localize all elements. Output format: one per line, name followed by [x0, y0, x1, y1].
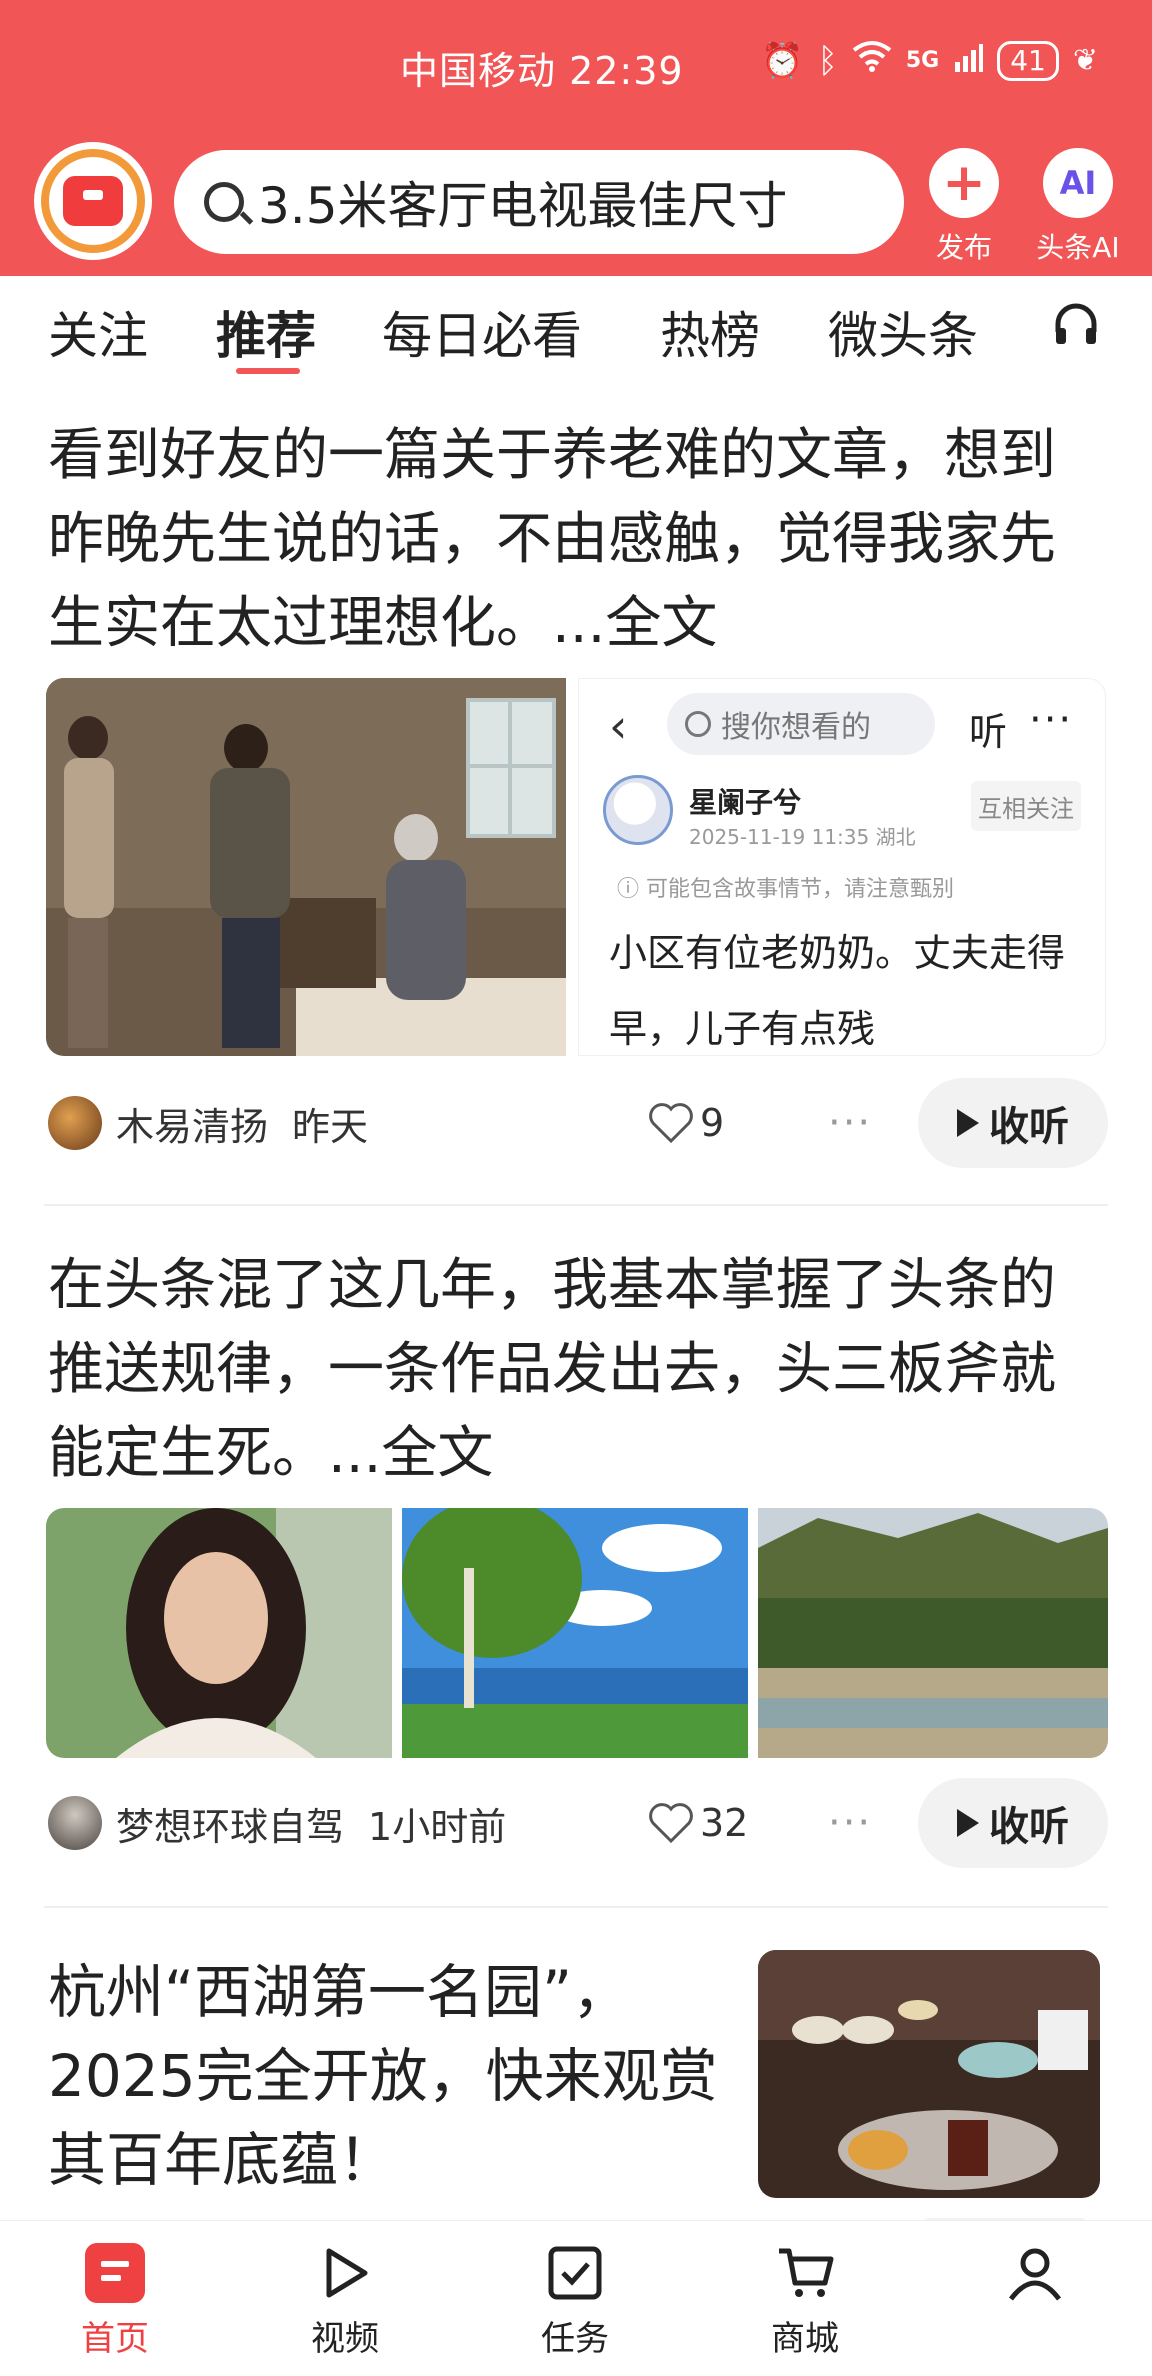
red-packet-icon — [63, 176, 123, 226]
tab-daily-must-see[interactable]: 每日必看 — [382, 296, 582, 368]
nav-tasks[interactable]: 任务 — [510, 2243, 640, 2360]
embedded-warning: ⓘ 可能包含故事情节，请注意甄别 — [617, 877, 954, 902]
video-play-icon — [315, 2243, 375, 2303]
more-options-icon[interactable]: ··· — [828, 1100, 872, 1146]
listen-label: 收听 — [989, 1104, 1069, 1150]
back-arrow-icon: ‹ — [609, 699, 628, 753]
tab-follow[interactable]: 关注 — [48, 296, 148, 368]
publish-button[interactable]: + 发布 — [922, 148, 1006, 266]
channel-tabs: 关注 推荐 每日必看 热榜 微头条 — [0, 276, 1152, 380]
home-icon — [85, 2243, 145, 2303]
article-image-portrait[interactable] — [46, 1508, 392, 1758]
heart-icon — [649, 1103, 693, 1144]
author-name[interactable]: 木易清扬 — [116, 1096, 268, 1151]
logo-ring — [41, 149, 145, 253]
nav-mall-label: 商城 — [771, 2319, 839, 2359]
play-icon — [957, 1109, 979, 1137]
article-image-tea-set[interactable] — [758, 1950, 1100, 2198]
signal-5g-label: 5G — [905, 48, 940, 73]
bluetooth-icon: ᛒ — [817, 40, 838, 81]
nav-home-label: 首页 — [81, 2319, 149, 2359]
embedded-follow-badge: 互相关注 — [971, 781, 1081, 831]
nav-home[interactable]: 首页 — [50, 2243, 180, 2360]
nav-profile[interactable] — [970, 2243, 1100, 2311]
article-title[interactable]: 看到好友的一篇关于养老难的文章，想到昨晚先生说的话，不由感触，觉得我家先生实在太… — [48, 414, 1108, 666]
author-avatar[interactable] — [48, 1796, 102, 1850]
article-title[interactable]: 杭州“西湖第一名园”，2025完全开放，快来观赏其百年底蕴！ — [48, 1950, 728, 2202]
embedded-listen-label: 听 — [969, 710, 1008, 754]
article-image-room-scene[interactable] — [46, 678, 566, 1056]
nav-video[interactable]: 视频 — [280, 2243, 410, 2360]
divider — [44, 1204, 1108, 1206]
search-icon — [204, 182, 244, 222]
article-meta: 木易清扬 昨天 9 ··· 收听 — [48, 1078, 1108, 1168]
like-button[interactable]: 32 — [648, 1801, 748, 1845]
headphones-icon[interactable] — [1050, 298, 1102, 350]
embedded-body-text: 小区有位老奶奶。丈夫走得早，儿子有点残 — [609, 931, 1066, 1051]
search-bar[interactable]: 3.5米客厅电视最佳尺寸 — [174, 150, 904, 254]
embedded-search-placeholder: 搜你想看的 — [721, 710, 871, 745]
embedded-date-location: 2025-11-19 11:35 湖北 — [689, 825, 916, 849]
article-image-lake-tree[interactable] — [402, 1508, 748, 1758]
like-button[interactable]: 9 — [648, 1101, 724, 1145]
listen-button[interactable]: 收听 — [918, 1778, 1108, 1868]
nav-tasks-label: 任务 — [541, 2319, 609, 2359]
embedded-author-avatar — [603, 775, 673, 845]
profile-icon — [1005, 2243, 1065, 2303]
task-check-icon — [545, 2243, 605, 2303]
bottom-navigation: 首页 视频 任务 商城 — [0, 2220, 1152, 2376]
listen-button[interactable]: 收听 — [918, 1078, 1108, 1168]
leaf-icon: ❦ — [1072, 43, 1098, 78]
publish-time: 1小时前 — [368, 1804, 507, 1849]
author-avatar[interactable] — [48, 1096, 102, 1150]
embedded-search-box: 搜你想看的 — [667, 693, 935, 755]
article-title[interactable]: 在头条混了这几年，我基本掌握了头条的推送规律，一条作品发出去，头三板斧就能定生死… — [48, 1244, 1108, 1496]
embedded-author-name: 星阑子兮 — [689, 786, 802, 819]
article-image-mountain-lake[interactable] — [758, 1508, 1108, 1758]
ai-label: 头条AI — [1036, 231, 1120, 264]
ai-icon: AI — [1043, 148, 1113, 218]
battery-indicator: 41 — [997, 40, 1059, 81]
tab-hot-list[interactable]: 热榜 — [660, 296, 760, 368]
status-carrier-time: 中国移动 22:39 — [400, 49, 684, 93]
cart-icon — [775, 2243, 835, 2303]
listen-label: 收听 — [989, 1804, 1069, 1850]
divider — [44, 1906, 1108, 1908]
like-count: 9 — [700, 1101, 725, 1145]
publish-time: 昨天 — [292, 1104, 369, 1149]
nav-mall[interactable]: 商城 — [740, 2243, 870, 2360]
search-query-text: 3.5米客厅电视最佳尺寸 — [258, 177, 788, 235]
signal-bars-icon — [953, 41, 984, 81]
play-icon — [957, 1809, 979, 1837]
top-header: 中国移动 22:39 ⏰ ᛒ 5G 41 ❦ 3.5米客厅电视最佳尺寸 + 发布… — [0, 0, 1152, 276]
tab-recommend[interactable]: 推荐 — [216, 296, 316, 368]
wifi-icon — [852, 40, 892, 81]
like-count: 32 — [700, 1801, 749, 1845]
nav-video-label: 视频 — [311, 2319, 379, 2359]
publish-label: 发布 — [935, 231, 992, 264]
author-name[interactable]: 梦想环球自驾 — [116, 1796, 344, 1851]
plus-icon: + — [929, 148, 999, 218]
app-logo[interactable] — [34, 142, 152, 260]
status-icons: ⏰ ᛒ 5G 41 ❦ — [761, 40, 1098, 81]
more-dots-icon: ··· — [1029, 697, 1074, 743]
toutiao-ai-button[interactable]: AI 头条AI — [1030, 148, 1126, 266]
tab-micro-headlines[interactable]: 微头条 — [828, 296, 978, 368]
active-tab-indicator — [236, 368, 300, 374]
article-meta: 梦想环球自驾 1小时前 32 ··· 收听 — [48, 1778, 1108, 1868]
heart-icon — [649, 1803, 693, 1844]
alarm-icon: ⏰ — [761, 40, 804, 81]
embedded-post-screenshot[interactable]: ‹ 搜你想看的 听 ··· 星阑子兮 2025-11-19 11:35 湖北 互… — [578, 678, 1106, 1056]
search-icon — [685, 711, 711, 737]
more-options-icon[interactable]: ··· — [828, 1800, 872, 1846]
